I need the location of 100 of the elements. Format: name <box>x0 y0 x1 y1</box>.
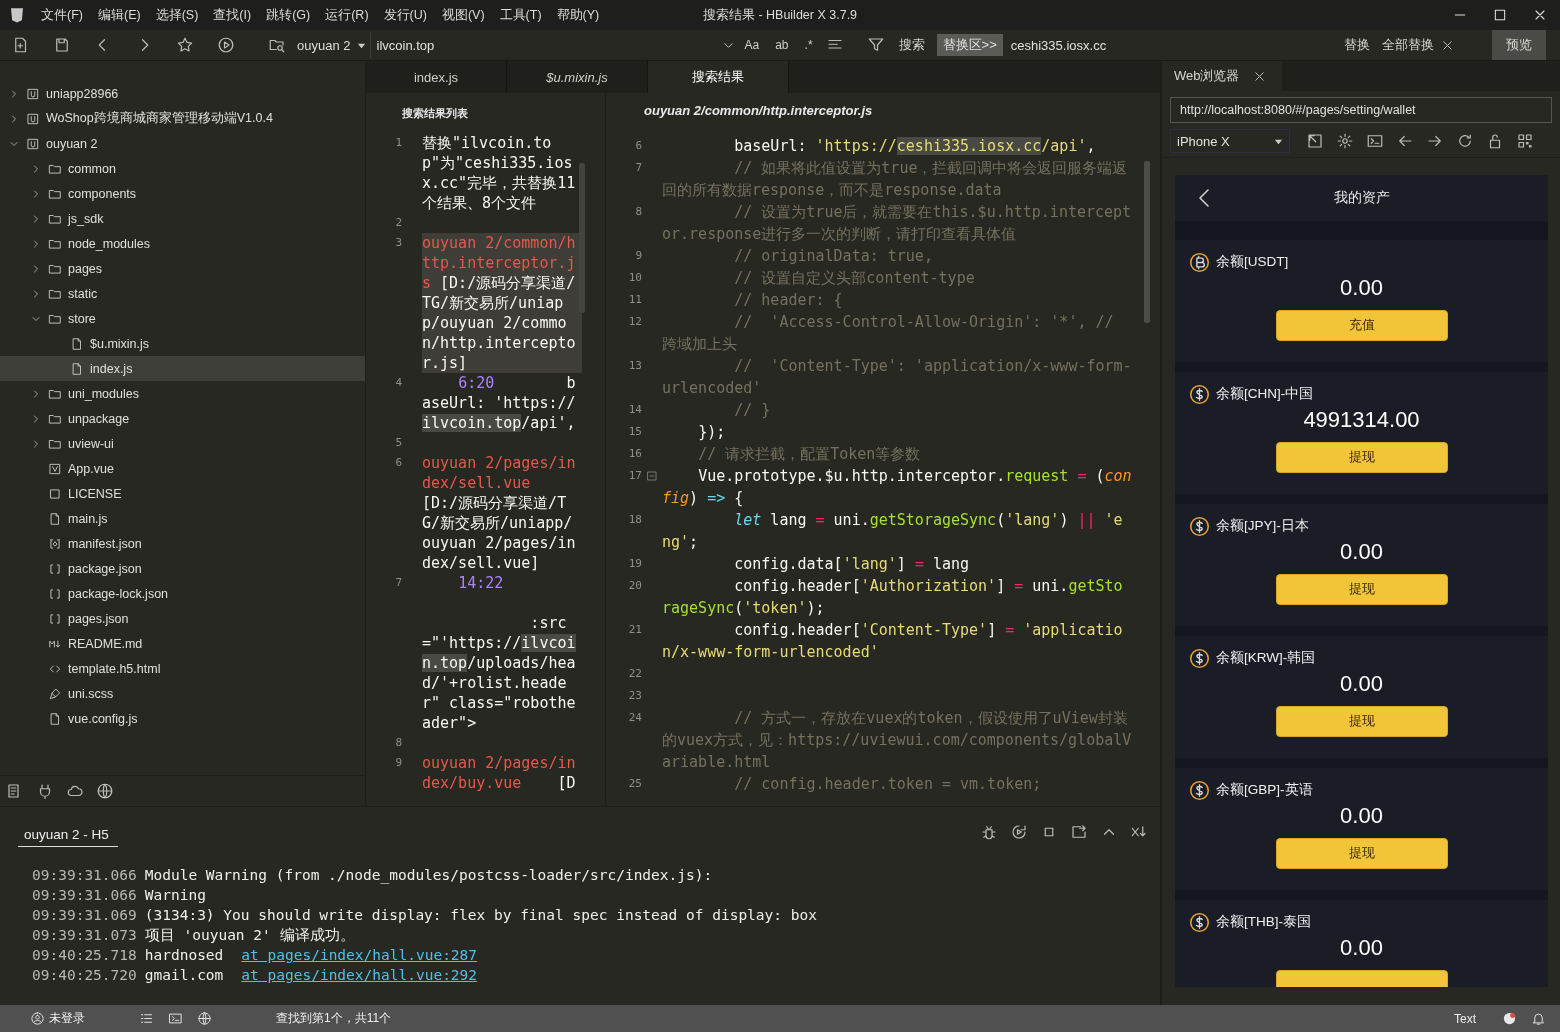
search-result-line[interactable]: ouyuan 2/pages/index/buy.vue [D <box>422 753 576 793</box>
tree-item[interactable]: js_sdk <box>0 206 365 231</box>
tree-item[interactable]: components <box>0 181 365 206</box>
replace-all-button[interactable]: 全部替换 <box>1376 34 1440 56</box>
tree-item[interactable]: store <box>0 306 365 331</box>
tree-item[interactable]: uniapp28966 <box>0 81 365 106</box>
tree-item[interactable]: README.md <box>0 631 365 656</box>
balance-label: 余额[GBP]-英语 <box>1216 781 1313 799</box>
search-field[interactable]: ilvcoin.top <box>369 32 742 58</box>
line-number: 14 <box>627 402 642 418</box>
menu-item[interactable]: 选择(S) <box>155 6 199 24</box>
editor-tab[interactable]: index.js <box>366 61 507 93</box>
project-selector[interactable]: ouyuan 2 <box>297 37 351 53</box>
source-link[interactable]: at pages/index/hall.vue:292 <box>241 965 478 985</box>
replace-toggle-button[interactable]: 替换区>> <box>936 34 1003 56</box>
tree-item[interactable]: uni_modules <box>0 381 365 406</box>
tree-item[interactable]: static <box>0 281 365 306</box>
source-link[interactable]: at pages/index/hall.vue:287 <box>241 945 478 965</box>
tree-item[interactable]: index.js <box>0 356 365 381</box>
tree-item[interactable]: package.json <box>0 556 365 581</box>
menu-item[interactable]: 视图(V) <box>441 6 485 24</box>
code-line: // 设置自定义头部content-type <box>733 268 976 289</box>
search-result-line[interactable]: 6:20 baseUrl: 'https:// ilvcoin.top/api', <box>422 373 576 433</box>
log-time: 09:39:31.073 <box>32 926 137 945</box>
tree-item[interactable]: uview-ui <box>0 431 365 456</box>
balance-amount: 0.00 <box>1340 538 1383 566</box>
search-option-toggle[interactable]: ab <box>772 38 792 52</box>
tree-item[interactable]: pages.json <box>0 606 365 631</box>
balance-label: 余额[KRW]-韩国 <box>1216 649 1316 667</box>
balance-label: 余额[THB]-泰国 <box>1216 913 1311 931</box>
results-title: 搜索结果列表 <box>401 106 469 121</box>
tree-item[interactable]: WoShop跨境商城商家管理移动端V1.0.4 <box>0 106 365 131</box>
menu-item[interactable]: 帮助(Y) <box>556 6 600 24</box>
console-tab[interactable]: ouyuan 2 - H5 <box>18 827 118 847</box>
code-line: config.header['Content-Type'] = 'application/x-www-form-urlencoded' <box>662 620 1124 663</box>
tree-item[interactable]: vue.config.js <box>0 706 365 731</box>
balance-label: 余额[USDT] <box>1216 253 1289 271</box>
tree-item[interactable]: App.vue <box>0 456 365 481</box>
menu-item[interactable]: 运行(R) <box>325 6 369 24</box>
menu-item[interactable]: 文件(F) <box>41 6 83 24</box>
tree-item[interactable]: package-lock.json <box>0 581 365 606</box>
browser-tab[interactable]: Web浏览器 <box>1162 61 1282 91</box>
code-line: // 请求拦截，配置Token等参数 <box>697 444 922 465</box>
line-number: 18 <box>627 512 642 528</box>
wallet-action-button[interactable]: 提现 <box>1275 574 1448 605</box>
menu-item[interactable]: 查找(I) <box>213 6 252 24</box>
menu-item[interactable]: 编辑(E) <box>97 6 141 24</box>
wallet-action-button[interactable]: 充值 <box>1275 310 1448 341</box>
tree-item[interactable]: pages <box>0 256 365 281</box>
editor-tab[interactable]: 搜索结果 <box>648 61 789 93</box>
search-result-line[interactable]: 14:22 :src="'https://ilvcoin.top/uploads/head/'+rolist.header" class="robotheader"> <box>422 573 576 733</box>
line-number: 23 <box>627 688 642 704</box>
line-number: 8 <box>394 735 403 751</box>
balance-amount: 4991314.00 <box>1303 406 1420 434</box>
log-time: 09:40:25.718 <box>32 946 137 965</box>
balance-amount: 0.00 <box>1340 670 1383 698</box>
tree-item[interactable]: LICENSE <box>0 481 365 506</box>
code-line: let lang = uni.getStorageSync('lang') || 'eng'; <box>662 510 1124 553</box>
replace-field[interactable]: ceshi335.iosx.cc <box>1006 37 1338 53</box>
search-button[interactable]: 搜索 <box>892 34 931 56</box>
menu-item[interactable]: 工具(T) <box>499 6 542 24</box>
tree-item[interactable]: main.js <box>0 506 365 531</box>
replace-button[interactable]: 替换 <box>1338 34 1376 56</box>
url-field[interactable]: http://localhost:8080/#/pages/setting/wallet <box>1170 97 1552 123</box>
log-message: 项目 'ouyuan 2' 编译成功。 <box>144 926 355 945</box>
editor-mode[interactable]: Text <box>1454 1011 1476 1026</box>
tree-item[interactable]: $u.mixin.js <box>0 331 365 356</box>
code-line: config.data['lang'] = lang <box>733 554 971 575</box>
tree-item[interactable]: unpackage <box>0 406 365 431</box>
tree-item[interactable]: node_modules <box>0 231 365 256</box>
line-number: 13 <box>627 358 642 374</box>
line-number: 7 <box>634 160 642 176</box>
wallet-action-button[interactable]: 提现 <box>1275 706 1448 737</box>
balance-label: 余额[CHN]-中国 <box>1216 385 1314 403</box>
code-line: // 方式一，存放在vuex的token，假设使用了uView封装的vuex方式，见：https://uviewui.com/components/globalVariable.html <box>662 708 1132 773</box>
tree-item[interactable]: ouyuan 2 <box>0 131 365 156</box>
line-number: 8 <box>634 204 642 220</box>
balance-amount: 0.00 <box>1340 802 1383 830</box>
wallet-action-button[interactable]: 提现 <box>1275 838 1448 869</box>
login-status[interactable]: 未登录 <box>49 1010 85 1027</box>
log-message: Warning <box>144 886 206 905</box>
tree-item[interactable]: manifest.json <box>0 531 365 556</box>
tree-item[interactable]: common <box>0 156 365 181</box>
line-number: 17 <box>627 468 642 484</box>
code-line: // 设置为true后，就需要在this.$u.http.interceptor.response进行多一次的判断，请打印查看具体值 <box>662 202 1132 245</box>
preview-button[interactable]: 预览 <box>1492 30 1546 60</box>
wallet-action-button[interactable]: 提现 <box>1275 442 1448 473</box>
menu-item[interactable]: 发行(U) <box>383 6 427 24</box>
line-number: 5 <box>394 435 403 451</box>
search-result-line[interactable]: 替换"ilvcoin.top"为"ceshi335.iosx.cc"完毕，共替换11个结果、8个文件 <box>422 133 576 213</box>
line-number: 4 <box>394 375 403 391</box>
device-select[interactable]: iPhone X <box>1170 129 1290 153</box>
menu-item[interactable]: 跳转(G) <box>266 6 311 24</box>
search-result-line[interactable]: ouyuan 2/pages/index/sell.vue [D:/源码分享渠道/TG/新交易所/uniapp/ouyuan 2/pages/index/sell.vue] <box>422 453 576 573</box>
search-option-toggle[interactable]: Aa <box>741 38 763 52</box>
code-line: config.header['Authorization'] = uni.getStorageSync('token'); <box>662 576 1124 619</box>
code-line: baseUrl: 'https://ceshi335.iosx.cc/api', <box>733 136 1097 157</box>
tree-item[interactable]: uni.scss <box>0 681 365 706</box>
tree-item[interactable]: template.h5.html <box>0 656 365 681</box>
search-option-toggle[interactable]: .* <box>801 38 816 52</box>
